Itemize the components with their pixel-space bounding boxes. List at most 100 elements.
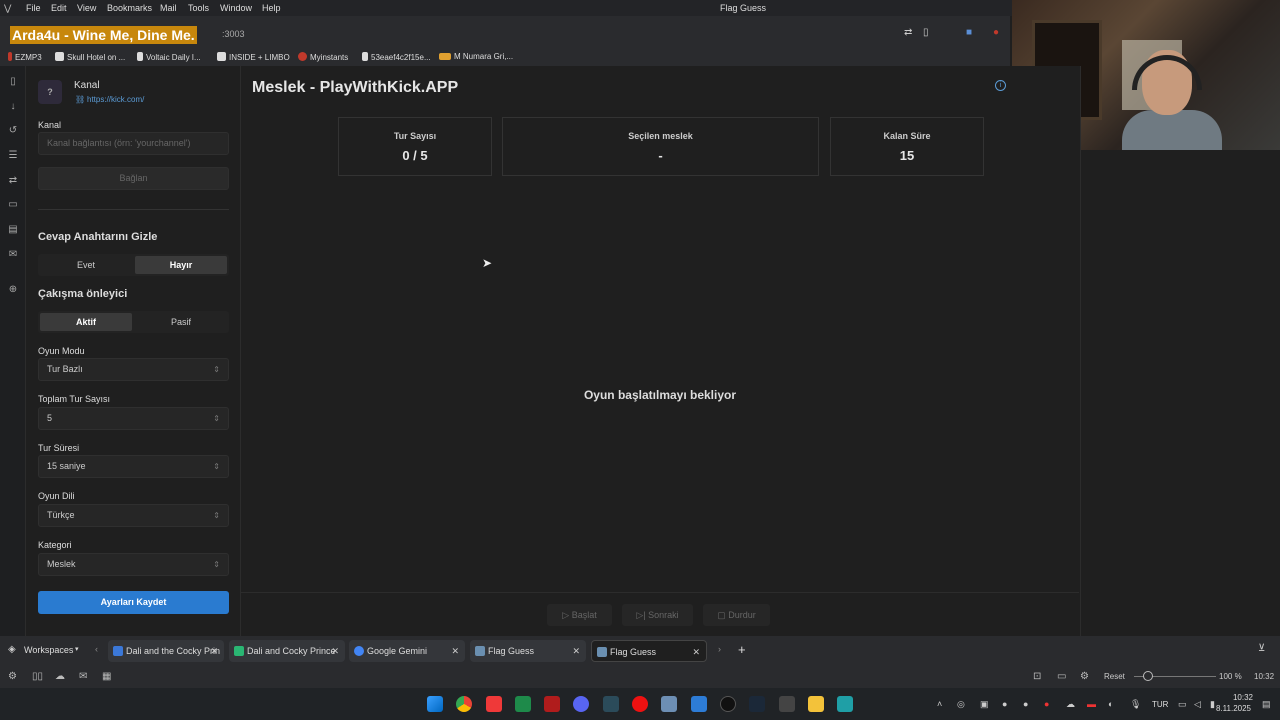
mail-icon[interactable]: ✉ xyxy=(79,671,87,682)
tool-icon[interactable] xyxy=(779,696,795,712)
tab-dali-2[interactable]: Dali and Cocky Prince ✕ xyxy=(229,640,345,662)
channel-link[interactable]: https://kick.com/ xyxy=(87,95,144,104)
connect-button[interactable]: Bağlan xyxy=(38,167,229,190)
bookmark-item[interactable]: 53eaef4c2f15e... xyxy=(362,52,431,62)
network-icon[interactable]: ▭ xyxy=(1178,699,1187,710)
tab-flag-guess-1[interactable]: Flag Guess ✕ xyxy=(470,640,586,662)
tray-record-icon[interactable]: ● xyxy=(1044,699,1049,709)
bookmark-item[interactable]: Skull Hotel on ... xyxy=(55,52,125,62)
tray-app-icon[interactable]: ▣ xyxy=(980,699,989,710)
settings-icon[interactable]: ⚙ xyxy=(8,671,17,682)
tab-dali-1[interactable]: Dali and the Cocky Prin ✕ xyxy=(108,640,224,662)
workspaces-button[interactable]: Workspaces xyxy=(24,645,73,655)
chrome-icon[interactable] xyxy=(456,696,472,712)
save-settings-button[interactable]: Ayarları Kaydet xyxy=(38,591,229,614)
taskbar-date[interactable]: 8.11.2025 xyxy=(1216,704,1251,713)
window-panel-icon[interactable]: ▭ xyxy=(7,199,19,211)
notepad-icon[interactable] xyxy=(837,696,853,712)
volume-icon[interactable]: ◁ xyxy=(1194,699,1201,710)
tray-app-icon[interactable]: ● xyxy=(1023,699,1028,709)
menu-tools[interactable]: Tools xyxy=(188,3,209,13)
window-icon[interactable] xyxy=(661,696,677,712)
notification-icon[interactable]: ▤ xyxy=(1262,699,1271,710)
tray-app-icon[interactable]: ▬ xyxy=(1087,699,1096,709)
close-icon[interactable]: ✕ xyxy=(572,640,580,662)
calendar-icon[interactable]: ▦ xyxy=(102,671,111,682)
stop-button[interactable]: ▢ Durdur xyxy=(703,604,770,626)
bookmark-item[interactable]: Myinstants xyxy=(298,52,348,62)
chevron-down-icon[interactable]: ▾ xyxy=(75,645,79,653)
close-icon[interactable]: ✕ xyxy=(451,640,459,662)
steam-icon[interactable] xyxy=(749,696,765,712)
category-select[interactable]: Meslek ⇕ xyxy=(38,553,229,576)
game-mode-select[interactable]: Tur Bazlı ⇕ xyxy=(38,358,229,381)
tray-mic-icon[interactable]: 🎙 xyxy=(1130,699,1141,710)
history-panel-icon[interactable]: ↺ xyxy=(7,125,19,137)
tray-overflow-icon[interactable]: ˄ xyxy=(937,699,942,709)
terminal-icon[interactable] xyxy=(515,696,531,712)
address-url[interactable]: :3003 xyxy=(222,29,245,39)
reading-list-icon[interactable]: ▤ xyxy=(7,224,19,236)
filezilla-icon[interactable] xyxy=(544,696,560,712)
notes-panel-icon[interactable]: ☰ xyxy=(7,150,19,162)
close-icon[interactable]: ✕ xyxy=(331,640,339,662)
discord-icon[interactable] xyxy=(573,696,589,712)
tabs-scroll-left-icon[interactable]: ‹ xyxy=(95,644,98,654)
app-icon[interactable] xyxy=(603,696,619,712)
close-icon[interactable]: ✕ xyxy=(210,640,218,662)
tab-flag-guess-2[interactable]: Flag Guess ✕ xyxy=(591,640,707,662)
mail-panel-icon[interactable]: ✉ xyxy=(7,249,19,261)
hide-answer-yes[interactable]: Evet xyxy=(40,256,132,274)
close-icon[interactable]: ✕ xyxy=(692,641,700,661)
cloud-icon[interactable]: ☁ xyxy=(55,671,65,682)
next-button[interactable]: ▷| Sonraki xyxy=(622,604,693,626)
menu-help[interactable]: Help xyxy=(262,3,281,13)
bookmark-item[interactable]: EZMP3 xyxy=(8,52,42,62)
bookmark-icon[interactable]: ▯ xyxy=(923,27,929,38)
translate-panel-icon[interactable]: ⇄ xyxy=(7,175,19,187)
taskbar-time[interactable]: 10:32 xyxy=(1231,693,1253,702)
menu-mail[interactable]: Mail xyxy=(160,3,177,13)
tiling-icon[interactable]: ▯▯ xyxy=(32,671,43,682)
capture-icon[interactable]: ⊡ xyxy=(1033,671,1041,682)
total-rounds-select[interactable]: 5 ⇕ xyxy=(38,407,229,430)
vivaldi-logo-icon[interactable]: ⋁ xyxy=(4,3,14,13)
windows-start-icon[interactable] xyxy=(427,696,443,712)
tab-menu-icon[interactable]: ⊻ xyxy=(1258,643,1265,654)
vivaldi-icon[interactable] xyxy=(486,696,502,712)
round-time-select[interactable]: 15 saniye ⇕ xyxy=(38,455,229,478)
tray-cloud-icon[interactable]: ☁ xyxy=(1066,699,1075,710)
menu-bookmarks[interactable]: Bookmarks xyxy=(107,3,152,13)
menu-file[interactable]: File xyxy=(26,3,41,13)
tray-steam-icon[interactable]: ● xyxy=(1002,699,1007,709)
hide-answer-no[interactable]: Hayır xyxy=(135,256,227,274)
zoom-reset-button[interactable]: Reset xyxy=(1104,672,1125,681)
media-icon[interactable] xyxy=(632,696,648,712)
tab-gemini[interactable]: Google Gemini ✕ xyxy=(349,640,465,662)
page-actions-icon[interactable]: ⚙ xyxy=(1080,671,1089,682)
menu-window[interactable]: Window xyxy=(220,3,252,13)
bookmark-item[interactable]: INSIDE + LIMBO xyxy=(217,52,290,62)
kanal-input[interactable]: Kanal bağlantısı (örn: 'yourchannel') xyxy=(38,132,229,155)
conflict-passive[interactable]: Pasif xyxy=(135,313,227,331)
add-panel-icon[interactable]: ⊕ xyxy=(7,284,19,296)
language-indicator[interactable]: TUR xyxy=(1152,700,1168,709)
tray-app-icon[interactable]: ◎ xyxy=(957,699,965,710)
language-select[interactable]: Türkçe ⇕ xyxy=(38,504,229,527)
record-icon[interactable]: ● xyxy=(993,27,999,38)
bookmark-item[interactable]: Voltaic Daily I... xyxy=(137,52,201,62)
outlook-icon[interactable] xyxy=(691,696,707,712)
battery-icon[interactable]: ▮ xyxy=(1210,699,1215,710)
file-explorer-icon[interactable] xyxy=(808,696,824,712)
zoom-slider-handle[interactable] xyxy=(1143,671,1153,681)
start-button[interactable]: ▷ Başlat xyxy=(547,604,612,626)
menu-edit[interactable]: Edit xyxy=(51,3,67,13)
tile-icon[interactable]: ▭ xyxy=(1057,671,1066,682)
tabs-scroll-right-icon[interactable]: › xyxy=(718,644,721,654)
extension-icon[interactable]: ■ xyxy=(966,27,972,38)
conflict-active[interactable]: Aktif xyxy=(40,313,132,331)
translate-icon[interactable]: ⇄ xyxy=(904,27,912,38)
downloads-panel-icon[interactable]: ↓ xyxy=(7,101,19,113)
obs-icon[interactable] xyxy=(720,696,736,712)
bookmarks-panel-icon[interactable]: ▯ xyxy=(7,76,19,88)
